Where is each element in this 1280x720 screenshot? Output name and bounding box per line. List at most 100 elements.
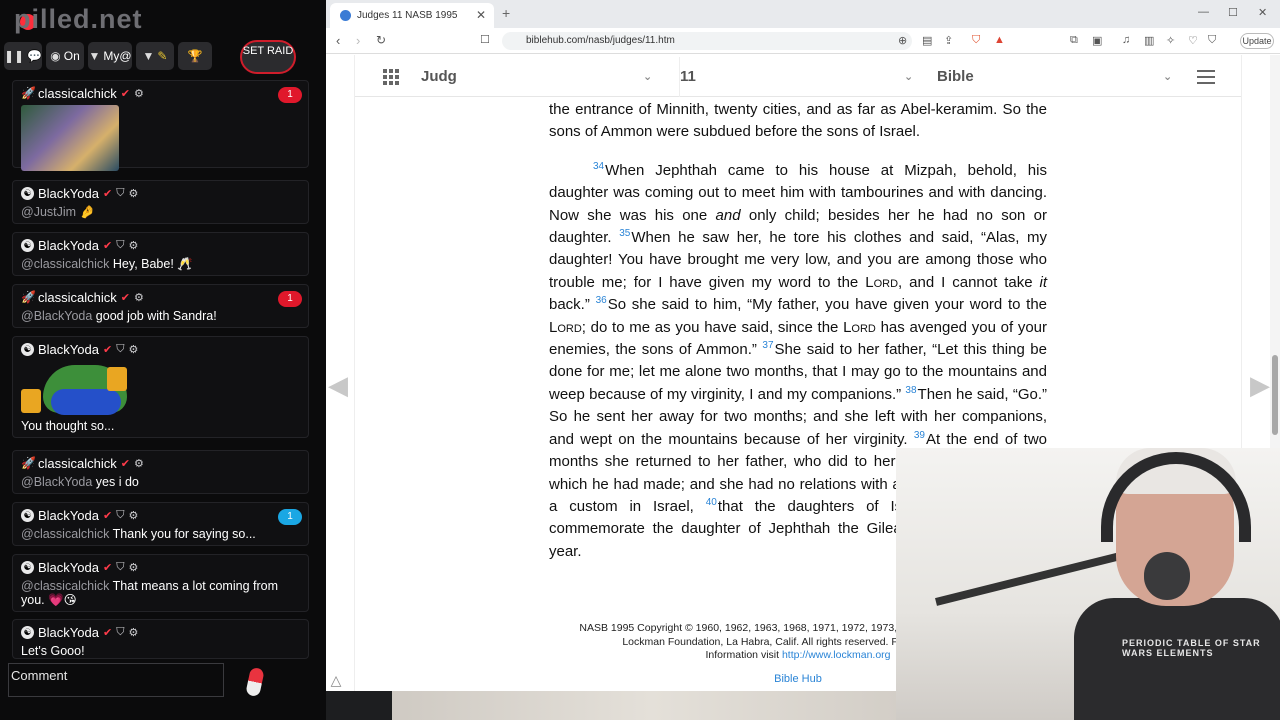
update-button[interactable]: Update	[1240, 33, 1274, 49]
username[interactable]: BlackYoda	[38, 560, 99, 575]
mention[interactable]: @BlackYoda	[21, 475, 92, 489]
username[interactable]: BlackYoda	[38, 508, 99, 523]
mention[interactable]: @classicalchick	[21, 257, 109, 271]
username[interactable]: BlackYoda	[38, 342, 99, 357]
lord-smallcaps: Lord	[549, 318, 582, 336]
verse-number[interactable]: 40	[706, 497, 717, 508]
chapter-selector[interactable]: 11 ⌄	[679, 57, 919, 97]
lockman-link[interactable]: http://www.lockman.org	[782, 649, 891, 661]
verse-number[interactable]: 36	[596, 295, 607, 306]
shield-icon: ⛉	[116, 508, 125, 521]
yin-yang-avatar-icon: ☯	[21, 560, 34, 574]
site-logo: pilled.net	[14, 4, 143, 34]
username[interactable]: BlackYoda	[38, 186, 99, 201]
set-raid-button[interactable]: SET RAID	[240, 40, 296, 74]
gear-icon[interactable]: ⚙	[128, 187, 138, 200]
gear-icon[interactable]: ⚙	[128, 509, 138, 522]
trophy-button[interactable]: 🏆	[178, 42, 212, 70]
rewards-icon[interactable]: ▲	[994, 34, 1005, 46]
username[interactable]: classicalchick	[38, 456, 117, 471]
chat-message: ☯ BlackYoda ✔ ⛉ ⚙ @classicalchick Hey, Babe!…	[12, 232, 309, 276]
posted-image[interactable]	[21, 105, 119, 171]
filter-pencil-button[interactable]: ▼ ✎	[136, 42, 174, 70]
browser-tab[interactable]: Judges 11 NASB 1995 ✕	[330, 3, 494, 28]
italic-text: and	[715, 206, 741, 224]
mention[interactable]: @classicalchick	[21, 579, 109, 593]
verse-number[interactable]: 35	[619, 228, 630, 239]
reply-count-badge[interactable]: 1	[278, 291, 302, 307]
username[interactable]: BlackYoda	[38, 625, 99, 640]
hamburger-menu-icon[interactable]	[1197, 70, 1215, 84]
pill-icon: ◉	[50, 49, 61, 63]
my-mentions-button[interactable]: ▼ My@	[88, 42, 132, 70]
pencil-icon: ✎	[157, 49, 168, 63]
scroll-top-icon[interactable]: △	[326, 672, 346, 690]
username[interactable]: classicalchick	[38, 86, 117, 101]
vpn-icon[interactable]: ⛉	[1208, 34, 1216, 47]
url-field[interactable]: biblehub.com/nasb/judges/11.htm	[502, 32, 912, 50]
message-text: Hey, Babe! 🥂	[112, 257, 193, 271]
grid-menu-icon[interactable]	[383, 69, 399, 85]
verified-icon: ✔	[120, 291, 130, 304]
version-label: Bible	[937, 68, 974, 85]
reply-count-badge[interactable]: 1	[278, 87, 302, 103]
reader-icon[interactable]: ▤	[922, 34, 932, 47]
next-chapter-arrow-icon[interactable]: ▶	[1250, 370, 1270, 401]
mention[interactable]: @JustJim	[21, 205, 76, 219]
reload-icon[interactable]: ↻	[376, 33, 386, 47]
sidebar-icon[interactable]: ▥	[1144, 34, 1154, 47]
verse-number[interactable]: 34	[593, 161, 604, 172]
pause-chat-button[interactable]: ❚❚ 💬	[4, 42, 42, 70]
verse-text: ; do to me as you have said, since the	[581, 318, 844, 336]
brave-shield-icon[interactable]: ⛉	[972, 34, 980, 47]
mention[interactable]: @BlackYoda	[21, 309, 92, 323]
username[interactable]: classicalchick	[38, 290, 117, 305]
verse-text: So she said to him, “My father, you have…	[607, 296, 1048, 314]
shield-icon: ⛉	[116, 342, 125, 355]
gear-icon[interactable]: ⚙	[134, 291, 144, 304]
gear-icon[interactable]: ⚙	[128, 239, 138, 252]
username[interactable]: BlackYoda	[38, 238, 99, 253]
leo-icon[interactable]: ✧	[1166, 34, 1175, 47]
close-window-icon[interactable]: ✕	[1258, 6, 1267, 19]
shield-icon: ⛉	[116, 560, 125, 573]
gear-icon[interactable]: ⚙	[134, 87, 144, 100]
mention[interactable]: @classicalchick	[21, 527, 109, 541]
screenshot-icon[interactable]: ▣	[1092, 34, 1102, 47]
forward-icon[interactable]: ›	[356, 33, 360, 48]
share-icon[interactable]: ⇪	[944, 34, 953, 47]
chevron-down-icon: ⌄	[904, 71, 914, 83]
maximize-icon[interactable]: ☐	[1228, 6, 1238, 19]
verified-icon: ✔	[120, 457, 130, 470]
pill-send-icon[interactable]	[245, 666, 265, 698]
minimize-icon[interactable]: —	[1198, 6, 1209, 18]
gear-icon[interactable]: ⚙	[128, 343, 138, 356]
prev-chapter-arrow-icon[interactable]: ◀	[328, 370, 348, 401]
verified-icon: ✔	[102, 561, 113, 574]
bookmark-icon[interactable]: ☐	[480, 33, 490, 46]
scrollbar-thumb[interactable]	[1272, 355, 1278, 435]
chat-message: 🚀 classicalchick ✔ ⚙ 1	[12, 80, 309, 171]
extensions-icon[interactable]: ⧉	[1070, 34, 1078, 47]
verse-number[interactable]: 39	[914, 430, 925, 441]
comment-input[interactable]: Comment	[8, 663, 224, 697]
zoom-icon[interactable]: ⊕	[898, 34, 907, 47]
gear-icon[interactable]: ⚙	[128, 561, 138, 574]
reply-count-badge[interactable]: 1	[278, 509, 302, 525]
version-selector[interactable]: Bible ⌄	[937, 57, 1177, 97]
media-icon[interactable]: ♫	[1122, 34, 1130, 46]
new-tab-icon[interactable]: +	[502, 5, 510, 21]
verse-number[interactable]: 37	[762, 340, 773, 351]
gear-icon[interactable]: ⚙	[128, 626, 138, 639]
frog-emote-image[interactable]	[21, 359, 129, 419]
on-toggle-button[interactable]: ◉ On	[46, 42, 84, 70]
book-label: Judg	[421, 68, 457, 85]
shield-icon: ⛉	[116, 238, 125, 251]
close-tab-icon[interactable]: ✕	[476, 8, 486, 22]
verse-number[interactable]: 38	[905, 385, 916, 396]
gear-icon[interactable]: ⚙	[134, 457, 144, 470]
book-selector[interactable]: Judg ⌄	[421, 57, 661, 97]
lord-smallcaps: Lord	[843, 318, 876, 336]
back-icon[interactable]: ‹	[336, 33, 340, 48]
wallet-icon[interactable]: ♡	[1188, 34, 1198, 47]
